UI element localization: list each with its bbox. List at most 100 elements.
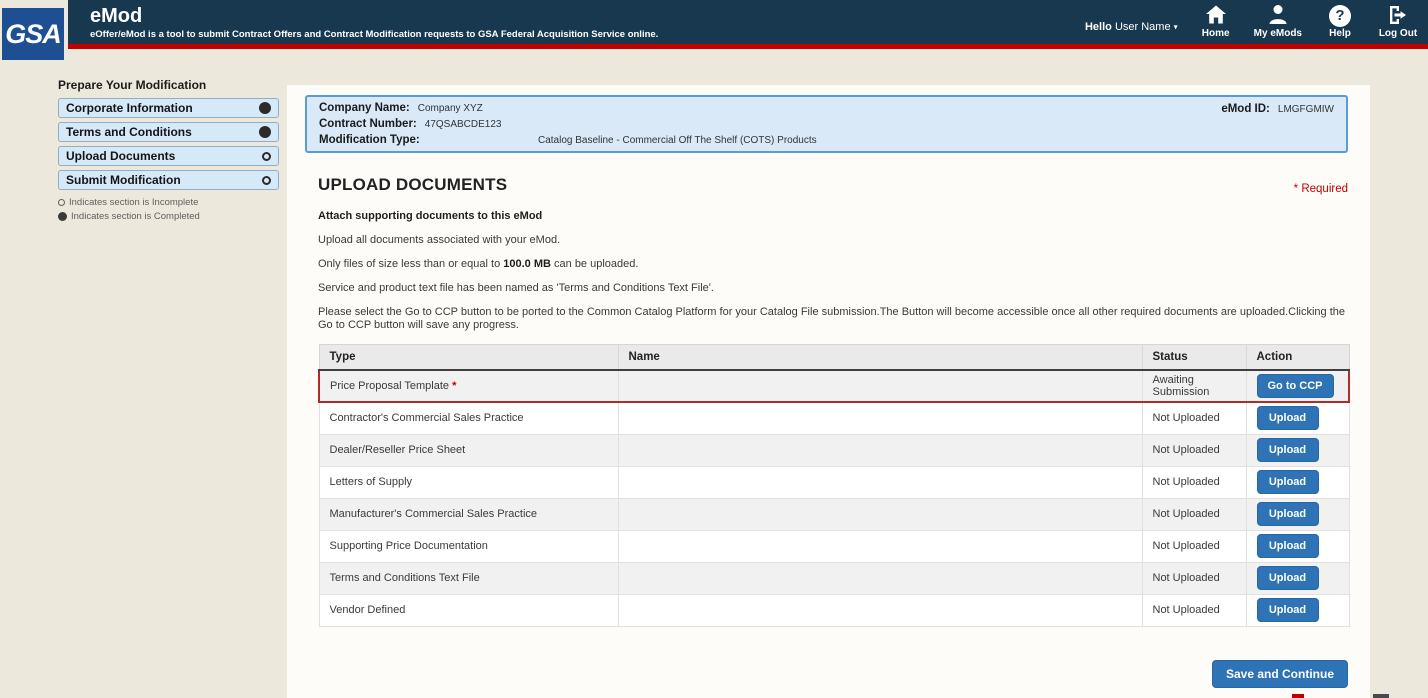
- nav-help[interactable]: ? Help: [1320, 5, 1360, 39]
- emod-id-label: eMod ID:: [1221, 103, 1270, 115]
- upload-button[interactable]: Upload: [1257, 502, 1319, 526]
- doc-name-cell: [618, 370, 1142, 402]
- documents-table: Type Name Status Action Price Proposal T…: [318, 344, 1350, 627]
- gsa-logo: GSA: [2, 8, 64, 60]
- doc-status-cell: Not Uploaded: [1142, 594, 1246, 626]
- instruction-line-1: Upload all documents associated with you…: [318, 234, 1348, 247]
- legend-text: Indicates section is Incomplete: [69, 197, 198, 208]
- size-limit-prefix: Only files of size less than or equal to: [318, 258, 503, 270]
- logout-icon: [1386, 3, 1410, 27]
- completed-status-icon: [259, 126, 271, 138]
- help-glyph: ?: [1335, 7, 1344, 24]
- instruction-line-3: Service and product text file has been n…: [318, 282, 1348, 295]
- greeting-username: User Name: [1115, 21, 1171, 33]
- home-icon: [1204, 3, 1228, 27]
- nav-help-label: Help: [1329, 28, 1351, 39]
- legend-completed: Indicates section is Completed: [58, 211, 279, 222]
- upload-button[interactable]: Upload: [1257, 438, 1319, 462]
- modification-type-value: Catalog Baseline - Commercial Off The Sh…: [538, 135, 817, 146]
- header-accent-line: [68, 44, 1428, 49]
- table-row-dealer-reseller-price-sheet: Dealer/Reseller Price Sheet Not Uploaded…: [319, 434, 1349, 466]
- doc-action-cell: Upload: [1246, 562, 1349, 594]
- greeting-hello: Hello: [1085, 21, 1112, 33]
- incomplete-status-icon: [262, 176, 271, 185]
- doc-status-cell: Awaiting Submission: [1142, 370, 1246, 402]
- upload-button[interactable]: Upload: [1257, 598, 1319, 622]
- doc-status-cell: Not Uploaded: [1142, 562, 1246, 594]
- doc-type-cell: Price Proposal Template *: [319, 370, 618, 402]
- table-row-vendor-defined: Vendor Defined Not Uploaded Upload: [319, 594, 1349, 626]
- sidebar-item-corporate-information[interactable]: Corporate Information: [58, 98, 279, 118]
- required-note: * Required: [1294, 183, 1348, 195]
- emod-id: eMod ID: LMGFGMIW: [1221, 103, 1334, 119]
- nav-home-label: Home: [1202, 28, 1230, 39]
- doc-action-cell: Go to CCP: [1246, 370, 1349, 402]
- step-label: Corporate Information: [66, 101, 193, 115]
- sidebar-title: Prepare Your Modification: [58, 78, 279, 92]
- doc-action-cell: Upload: [1246, 594, 1349, 626]
- upload-button[interactable]: Upload: [1257, 534, 1319, 558]
- doc-type-cell: Dealer/Reseller Price Sheet: [319, 434, 618, 466]
- doc-type-cell: Supporting Price Documentation: [319, 530, 618, 562]
- cutoff-text-fragment: [1292, 694, 1304, 698]
- doc-status-cell: Not Uploaded: [1142, 530, 1246, 562]
- table-row-terms-and-conditions-text-file: Terms and Conditions Text File Not Uploa…: [319, 562, 1349, 594]
- legend-text: Indicates section is Completed: [71, 211, 200, 222]
- main-panel: Company Name: Company XYZ Contract Numbe…: [287, 85, 1370, 698]
- doc-status-cell: Not Uploaded: [1142, 434, 1246, 466]
- instruction-line-4: Please select the Go to CCP button to be…: [318, 306, 1348, 332]
- doc-action-cell: Upload: [1246, 402, 1349, 434]
- contract-info-box: Company Name: Company XYZ Contract Numbe…: [305, 95, 1348, 153]
- status-legend: Indicates section is Incomplete Indicate…: [58, 197, 279, 222]
- user-greeting[interactable]: Hello User Name ▾: [1085, 21, 1178, 33]
- doc-name-cell: [618, 498, 1142, 530]
- sidebar-item-upload-documents[interactable]: Upload Documents: [58, 146, 279, 166]
- doc-type-cell: Vendor Defined: [319, 594, 618, 626]
- required-asterisk: *: [452, 380, 456, 392]
- sidebar-item-submit-modification[interactable]: Submit Modification: [58, 170, 279, 190]
- nav-home[interactable]: Home: [1196, 3, 1236, 39]
- page-title-band: UPLOAD DOCUMENTS * Required: [318, 175, 1348, 195]
- chevron-down-icon: ▾: [1174, 22, 1178, 31]
- column-header-name: Name: [618, 345, 1142, 371]
- column-header-type: Type: [319, 345, 618, 371]
- help-icon: ?: [1329, 5, 1351, 27]
- column-header-status: Status: [1142, 345, 1246, 371]
- intro-text: Attach supporting documents to this eMod: [318, 210, 1348, 223]
- upload-button[interactable]: Upload: [1257, 406, 1319, 430]
- contract-number-value: 47QSABCDE123: [425, 119, 502, 130]
- footer-actions: Save and Continue: [318, 660, 1348, 688]
- doc-name-cell: [618, 594, 1142, 626]
- doc-name-cell: [618, 562, 1142, 594]
- doc-type-cell: Terms and Conditions Text File: [319, 562, 618, 594]
- table-row-letters-of-supply: Letters of Supply Not Uploaded Upload: [319, 466, 1349, 498]
- doc-type-cell: Manufacturer's Commercial Sales Practice: [319, 498, 618, 530]
- doc-action-cell: Upload: [1246, 466, 1349, 498]
- sidebar-item-terms-and-conditions[interactable]: Terms and Conditions: [58, 122, 279, 142]
- save-and-continue-button[interactable]: Save and Continue: [1212, 660, 1348, 688]
- go-to-ccp-button[interactable]: Go to CCP: [1257, 374, 1334, 398]
- legend-incomplete: Indicates section is Incomplete: [58, 197, 279, 208]
- company-name-row: Company Name: Company XYZ: [319, 102, 1334, 118]
- doc-name-cell: [618, 530, 1142, 562]
- contract-number-label: Contract Number:: [319, 118, 417, 130]
- table-row-manufacturers-csp: Manufacturer's Commercial Sales Practice…: [319, 498, 1349, 530]
- contract-number-row: Contract Number: 47QSABCDE123: [319, 118, 1334, 134]
- user-icon: [1266, 3, 1290, 27]
- step-label: Terms and Conditions: [66, 125, 192, 139]
- doc-status-cell: Not Uploaded: [1142, 402, 1246, 434]
- completed-status-icon: [259, 102, 271, 114]
- table-row-price-proposal-template: Price Proposal Template * Awaiting Submi…: [319, 370, 1349, 402]
- instruction-line-2: Only files of size less than or equal to…: [318, 258, 1348, 271]
- sidebar: Prepare Your Modification Corporate Info…: [58, 78, 279, 225]
- app-title: eMod: [90, 5, 658, 27]
- doc-name-cell: [618, 466, 1142, 498]
- doc-type-cell: Contractor's Commercial Sales Practice: [319, 402, 618, 434]
- upload-button[interactable]: Upload: [1257, 566, 1319, 590]
- nav-my-emods[interactable]: My eMods: [1254, 3, 1302, 39]
- nav-log-out[interactable]: Log Out: [1378, 3, 1418, 39]
- incomplete-status-icon: [58, 199, 65, 206]
- doc-status-cell: Not Uploaded: [1142, 466, 1246, 498]
- incomplete-status-icon: [262, 152, 271, 161]
- upload-button[interactable]: Upload: [1257, 470, 1319, 494]
